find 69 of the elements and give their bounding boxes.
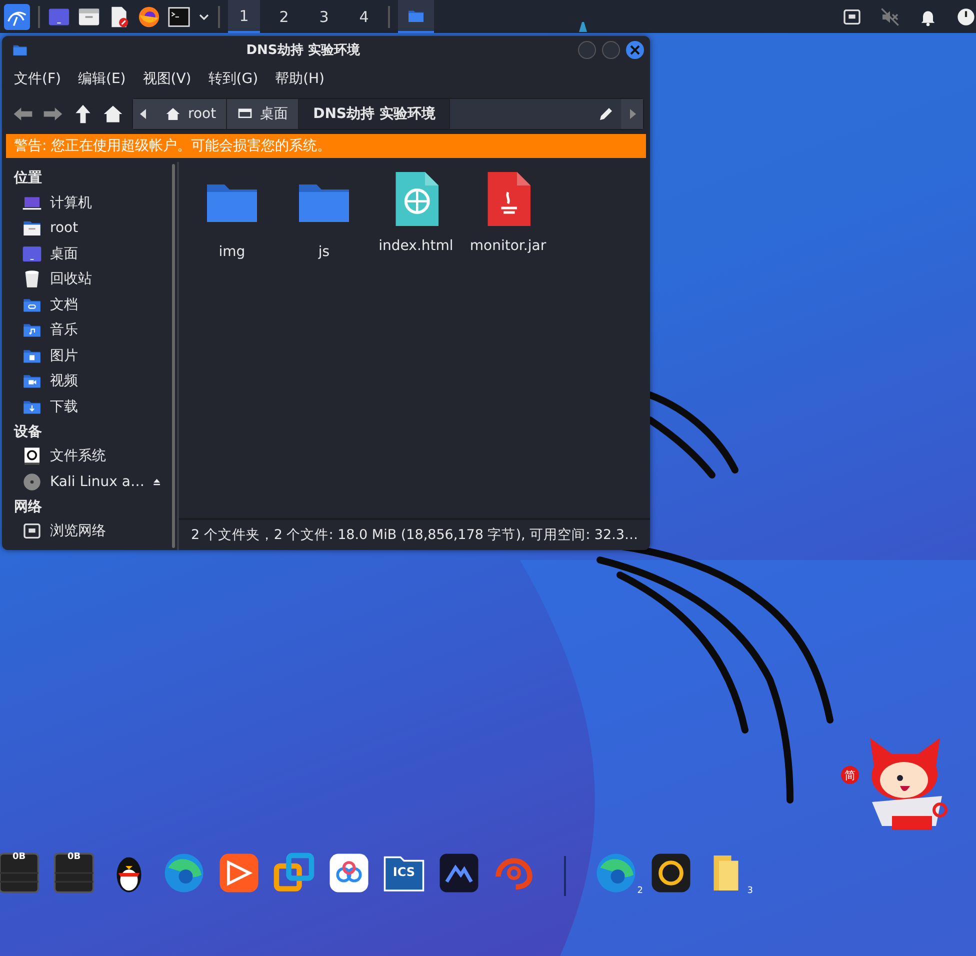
file-name[interactable]: js — [318, 244, 330, 260]
sidebar-item[interactable]: Kali Linux a… — [14, 469, 170, 494]
section-heading: 设备 — [14, 422, 43, 442]
sidebar-item[interactable]: 浏览网络 — [14, 518, 170, 544]
status-bar: 2 个文件夹，2 个文件: 18.0 MiB (18,856,178 字节), 可用空间: 32.3… — [178, 518, 650, 550]
menu-item[interactable]: 转到(G) — [208, 70, 258, 90]
menu-item[interactable]: 视图(V) — [142, 70, 192, 90]
terminal-icon[interactable] — [168, 6, 190, 28]
workspace-button[interactable]: 3 — [308, 0, 340, 33]
browser-icon[interactable] — [163, 852, 205, 894]
sidebar-item[interactable]: 回收站 — [14, 266, 170, 292]
path-segment[interactable]: 桌面 — [227, 99, 300, 129]
warning-banner: 警告: 您正在使用超级帐户。可能会损害您的系统。 — [6, 134, 646, 158]
file-name[interactable]: img — [218, 244, 246, 260]
menu-item[interactable]: 编辑(E) — [78, 70, 126, 90]
sidebar-item[interactable]: 文件系统 — [14, 444, 170, 469]
app-logo-text: ICS — [392, 865, 416, 879]
section-heading: 网络 — [14, 498, 43, 516]
sidebar-item[interactable]: 下载 — [14, 394, 170, 420]
assistant-app-icon[interactable] — [650, 852, 692, 894]
sidebar-item[interactable]: root — [14, 216, 170, 241]
pencil-icon — [599, 107, 613, 121]
sidebar-item[interactable]: 文档 — [14, 292, 170, 318]
caret-left-icon — [140, 109, 148, 119]
caret-right-icon — [628, 109, 636, 119]
drive-icon — [22, 446, 42, 466]
path-segment[interactable]: root — [155, 99, 228, 129]
fox-globe-icon[interactable] — [138, 6, 160, 28]
home-icon — [165, 106, 181, 122]
speaker-muted-icon[interactable] — [880, 6, 900, 26]
browser-icon[interactable] — [595, 852, 637, 894]
meter-reading: 0B — [11, 852, 27, 862]
task-button[interactable] — [398, 0, 434, 33]
sidebar-item[interactable]: 图片 — [14, 343, 170, 368]
section-heading: 位置 — [14, 169, 43, 188]
network-icon[interactable] — [842, 6, 862, 26]
meter-reading: 0B — [66, 852, 82, 862]
power-icon[interactable] — [956, 6, 976, 26]
sidebar-item[interactable]: 视频 — [14, 368, 170, 394]
close-button[interactable] — [626, 41, 644, 59]
input-mode-badge[interactable]: 简 — [841, 766, 859, 784]
workspace-button[interactable]: 1 — [228, 0, 260, 33]
network-icon — [22, 521, 42, 542]
mountain-app-icon[interactable] — [438, 852, 480, 894]
close-icon — [630, 45, 640, 55]
cloud-app-icon[interactable] — [328, 852, 370, 894]
workspace-button[interactable]: 4 — [348, 0, 380, 33]
path-segment[interactable]: DNS劫持 实验环境 — [299, 99, 450, 129]
sidebar-item[interactable]: 计算机 — [14, 190, 170, 216]
menu-item[interactable]: 文件(F) — [14, 70, 61, 90]
desktop-icon — [22, 244, 42, 264]
menu-item[interactable]: 帮助(H) — [275, 70, 325, 90]
file-name[interactable]: monitor.jar — [470, 238, 546, 254]
window-title: DNS劫持 实验环境 — [245, 42, 361, 59]
squares-app-icon[interactable] — [273, 852, 315, 894]
play-app-icon[interactable] — [218, 852, 260, 894]
window-count: 2 — [637, 886, 643, 896]
file-name[interactable]: index.html — [378, 238, 454, 254]
workspace-button[interactable]: 2 — [268, 0, 300, 33]
sidebar-item[interactable]: 音乐 — [14, 318, 170, 343]
dragon-logo-icon[interactable] — [4, 4, 30, 30]
sidebar-item[interactable]: 桌面 — [14, 241, 170, 266]
window-count: 3 — [747, 886, 753, 896]
disc-icon — [22, 472, 42, 492]
cpu-graph — [579, 21, 587, 33]
home-icon[interactable] — [102, 103, 124, 125]
meter-icon[interactable] — [0, 852, 40, 894]
meter-icon[interactable] — [53, 852, 95, 894]
scroll-left-button[interactable] — [133, 99, 155, 129]
